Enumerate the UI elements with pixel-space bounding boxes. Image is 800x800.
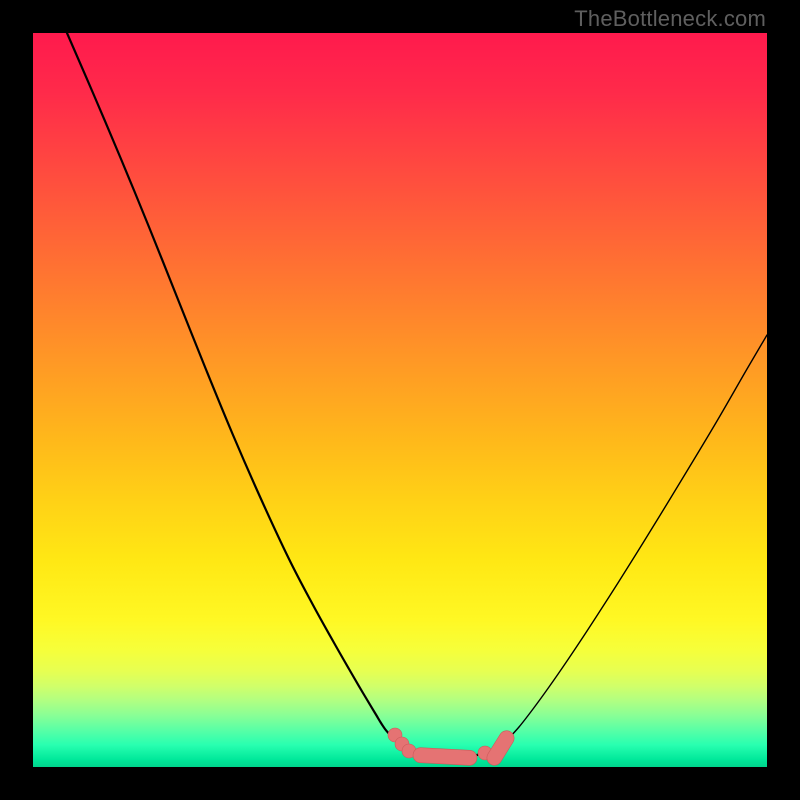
curve-left-curve xyxy=(67,33,395,740)
curve-right-curve xyxy=(507,335,767,740)
curve-markers xyxy=(388,728,517,767)
marker-capsule-3 xyxy=(413,747,478,765)
bottleneck-curve xyxy=(67,33,767,757)
watermark-text: TheBottleneck.com xyxy=(574,6,766,32)
chart-svg-layer xyxy=(33,33,767,767)
chart-plot-area xyxy=(33,33,767,767)
